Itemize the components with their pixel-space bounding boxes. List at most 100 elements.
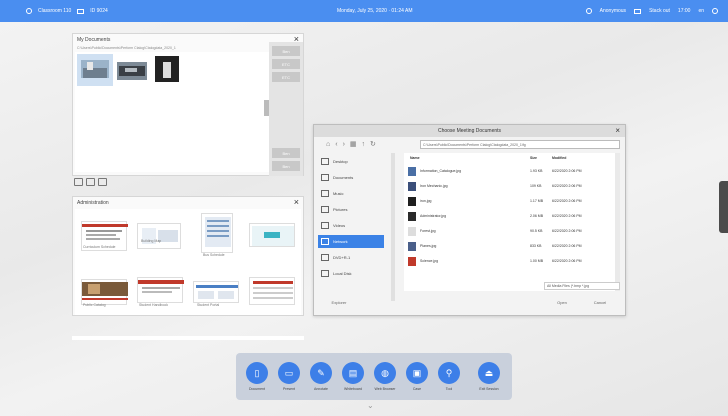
sidebar-button-label: ETC: [282, 61, 290, 67]
admin-document[interactable]: [137, 277, 184, 303]
video-icon: [321, 222, 329, 229]
image-thumbnail: [155, 56, 179, 82]
place-music[interactable]: Music: [318, 187, 384, 200]
explorer-button[interactable]: Explorer: [324, 297, 354, 308]
case-icon: ▣: [412, 367, 422, 378]
file-row[interactable]: Administrator.jpg 2.06 MB 6/22/2020 2:06 P…: [404, 210, 614, 223]
sidebar-button[interactable]: ETC: [272, 59, 300, 69]
datetime-display: Monday, July 25, 2020 · 01:24 AM: [337, 8, 413, 14]
sidebar-button[interactable]: Ben: [272, 161, 300, 171]
file-row[interactable]: Planes.jpg 833 KB 6/22/2020 2:06 PM: [404, 240, 614, 253]
file-row[interactable]: Science.jpg 1.00 MB 6/22/2020 2:06 PM: [404, 255, 614, 268]
document-preview: [142, 228, 178, 244]
document-thumbnail[interactable]: [155, 56, 179, 82]
file-row[interactable]: Forest.jpg 90.5 KB 6/22/2020 2:06 PM: [404, 225, 614, 238]
folder-icon[interactable]: [74, 178, 83, 186]
refresh-icon[interactable]: ↻: [370, 140, 376, 148]
up-icon[interactable]: ↑: [362, 141, 366, 148]
admin-document-label: Student Portal: [197, 303, 220, 307]
admin-document-label: Building Map: [141, 239, 162, 243]
column-size[interactable]: Size: [530, 156, 537, 160]
back-icon[interactable]: ‹: [335, 141, 337, 148]
file-modified: 6/22/2020 2:06 PM: [552, 244, 582, 248]
file-type-filter[interactable]: All Media Files (*.bmp *.jpg: [544, 282, 620, 290]
image-file-icon: [408, 197, 416, 206]
file-name: iron.jpg: [420, 199, 432, 203]
path-field[interactable]: C:\Users\Public\Documents\Perform Ctalog…: [420, 140, 620, 149]
classroom-info[interactable]: Classroom 110 ID 9024: [26, 8, 108, 14]
dock-button-exit-session[interactable]: ⏏: [478, 362, 500, 384]
admin-document[interactable]: [81, 279, 128, 305]
exit-icon: ⏏: [484, 367, 494, 378]
place-network[interactable]: Network: [318, 235, 384, 248]
dock-button-label: Document: [249, 387, 265, 391]
close-icon[interactable]: ×: [615, 125, 620, 137]
image-thumbnail: [117, 62, 147, 80]
home-icon[interactable]: ⌂: [326, 141, 330, 148]
lock-icon[interactable]: [98, 178, 107, 186]
cancel-button[interactable]: Cancel: [586, 297, 614, 308]
language-label[interactable]: en: [698, 8, 704, 14]
place-pictures[interactable]: Pictures: [318, 203, 384, 216]
top-bar: Classroom 110 ID 9024 Monday, July 25, 2…: [0, 0, 728, 22]
resize-handle[interactable]: [264, 100, 269, 116]
sidebar-button[interactable]: Ben: [272, 148, 300, 158]
file-row[interactable]: Iron Mechanic.jpg 109 KB 6/22/2020 2:06 PM: [404, 180, 614, 193]
view-grid-icon[interactable]: ▦: [350, 140, 357, 148]
document-thumbnail[interactable]: [117, 62, 147, 80]
classroom-id: ID 9024: [90, 8, 108, 14]
places-scrollbar[interactable]: [391, 153, 395, 301]
file-area[interactable]: [75, 52, 271, 172]
network-icon: [321, 238, 329, 245]
file-modified: 6/22/2020 2:06 PM: [552, 259, 582, 263]
dock-button-annotate[interactable]: ✎: [310, 362, 332, 384]
sidebar-button-label: Ben: [282, 48, 290, 54]
dock-button-web-browser[interactable]: ◍: [374, 362, 396, 384]
place-documents[interactable]: Documents: [318, 171, 384, 184]
file-modified: 6/22/2020 2:06 PM: [552, 184, 582, 188]
file-name: Information_Catalogue.jpg: [420, 169, 462, 173]
sidebar-button[interactable]: ETC: [272, 72, 300, 82]
image-file-icon: [408, 242, 416, 251]
place-videos[interactable]: Videos: [318, 219, 384, 232]
forward-icon[interactable]: ›: [343, 141, 345, 148]
user-label[interactable]: Anonymous: [600, 8, 626, 14]
file-row[interactable]: iron.jpg 1.17 MB 6/22/2020 2:06 PM: [404, 195, 614, 208]
file-name: Planes.jpg: [420, 244, 437, 248]
image-file-icon: [408, 212, 416, 221]
admin-document[interactable]: [137, 223, 181, 249]
admin-document[interactable]: [249, 277, 295, 305]
close-icon[interactable]: ×: [294, 197, 299, 207]
dock-button-present[interactable]: ▭: [278, 362, 300, 384]
file-size: 1.00 MB: [530, 259, 544, 263]
place-local-disk[interactable]: Local Disk: [318, 267, 384, 280]
stack-status[interactable]: Stack out: [649, 8, 670, 14]
dock-button-tool[interactable]: ⚲: [438, 362, 460, 384]
music-icon: [321, 190, 329, 197]
dock-button-document[interactable]: ▯: [246, 362, 268, 384]
column-name[interactable]: Name: [410, 156, 420, 160]
place-dvd[interactable]: DVD+R-1: [318, 251, 384, 264]
document-thumbnail[interactable]: [77, 54, 113, 86]
file-size: 833 KB: [530, 244, 542, 248]
chevron-down-icon[interactable]: ⌄: [367, 401, 374, 410]
admin-document[interactable]: [193, 281, 239, 303]
admin-document[interactable]: [201, 213, 233, 253]
picture-icon: [321, 206, 329, 213]
stack-icon: [634, 8, 642, 14]
settings-icon[interactable]: [712, 8, 718, 14]
dock-button-whiteboard[interactable]: ▤: [342, 362, 364, 384]
dock-button-case[interactable]: ▣: [406, 362, 428, 384]
column-modified[interactable]: Modified: [552, 156, 566, 160]
scissors-icon[interactable]: [86, 178, 95, 186]
disc-icon: [321, 254, 329, 261]
sidebar-button[interactable]: Ben: [272, 46, 300, 56]
open-button[interactable]: Open: [550, 297, 574, 308]
admin-document[interactable]: [249, 223, 295, 247]
monitor-icon: [321, 158, 329, 165]
side-drawer-tab[interactable]: [719, 181, 728, 233]
place-desktop[interactable]: Desktop: [318, 155, 384, 168]
file-row[interactable]: Information_Catalogue.jpg 1.93 KB 6/22/202…: [404, 165, 614, 178]
image-file-icon: [408, 257, 416, 266]
file-list-scrollbar[interactable]: [615, 153, 620, 291]
